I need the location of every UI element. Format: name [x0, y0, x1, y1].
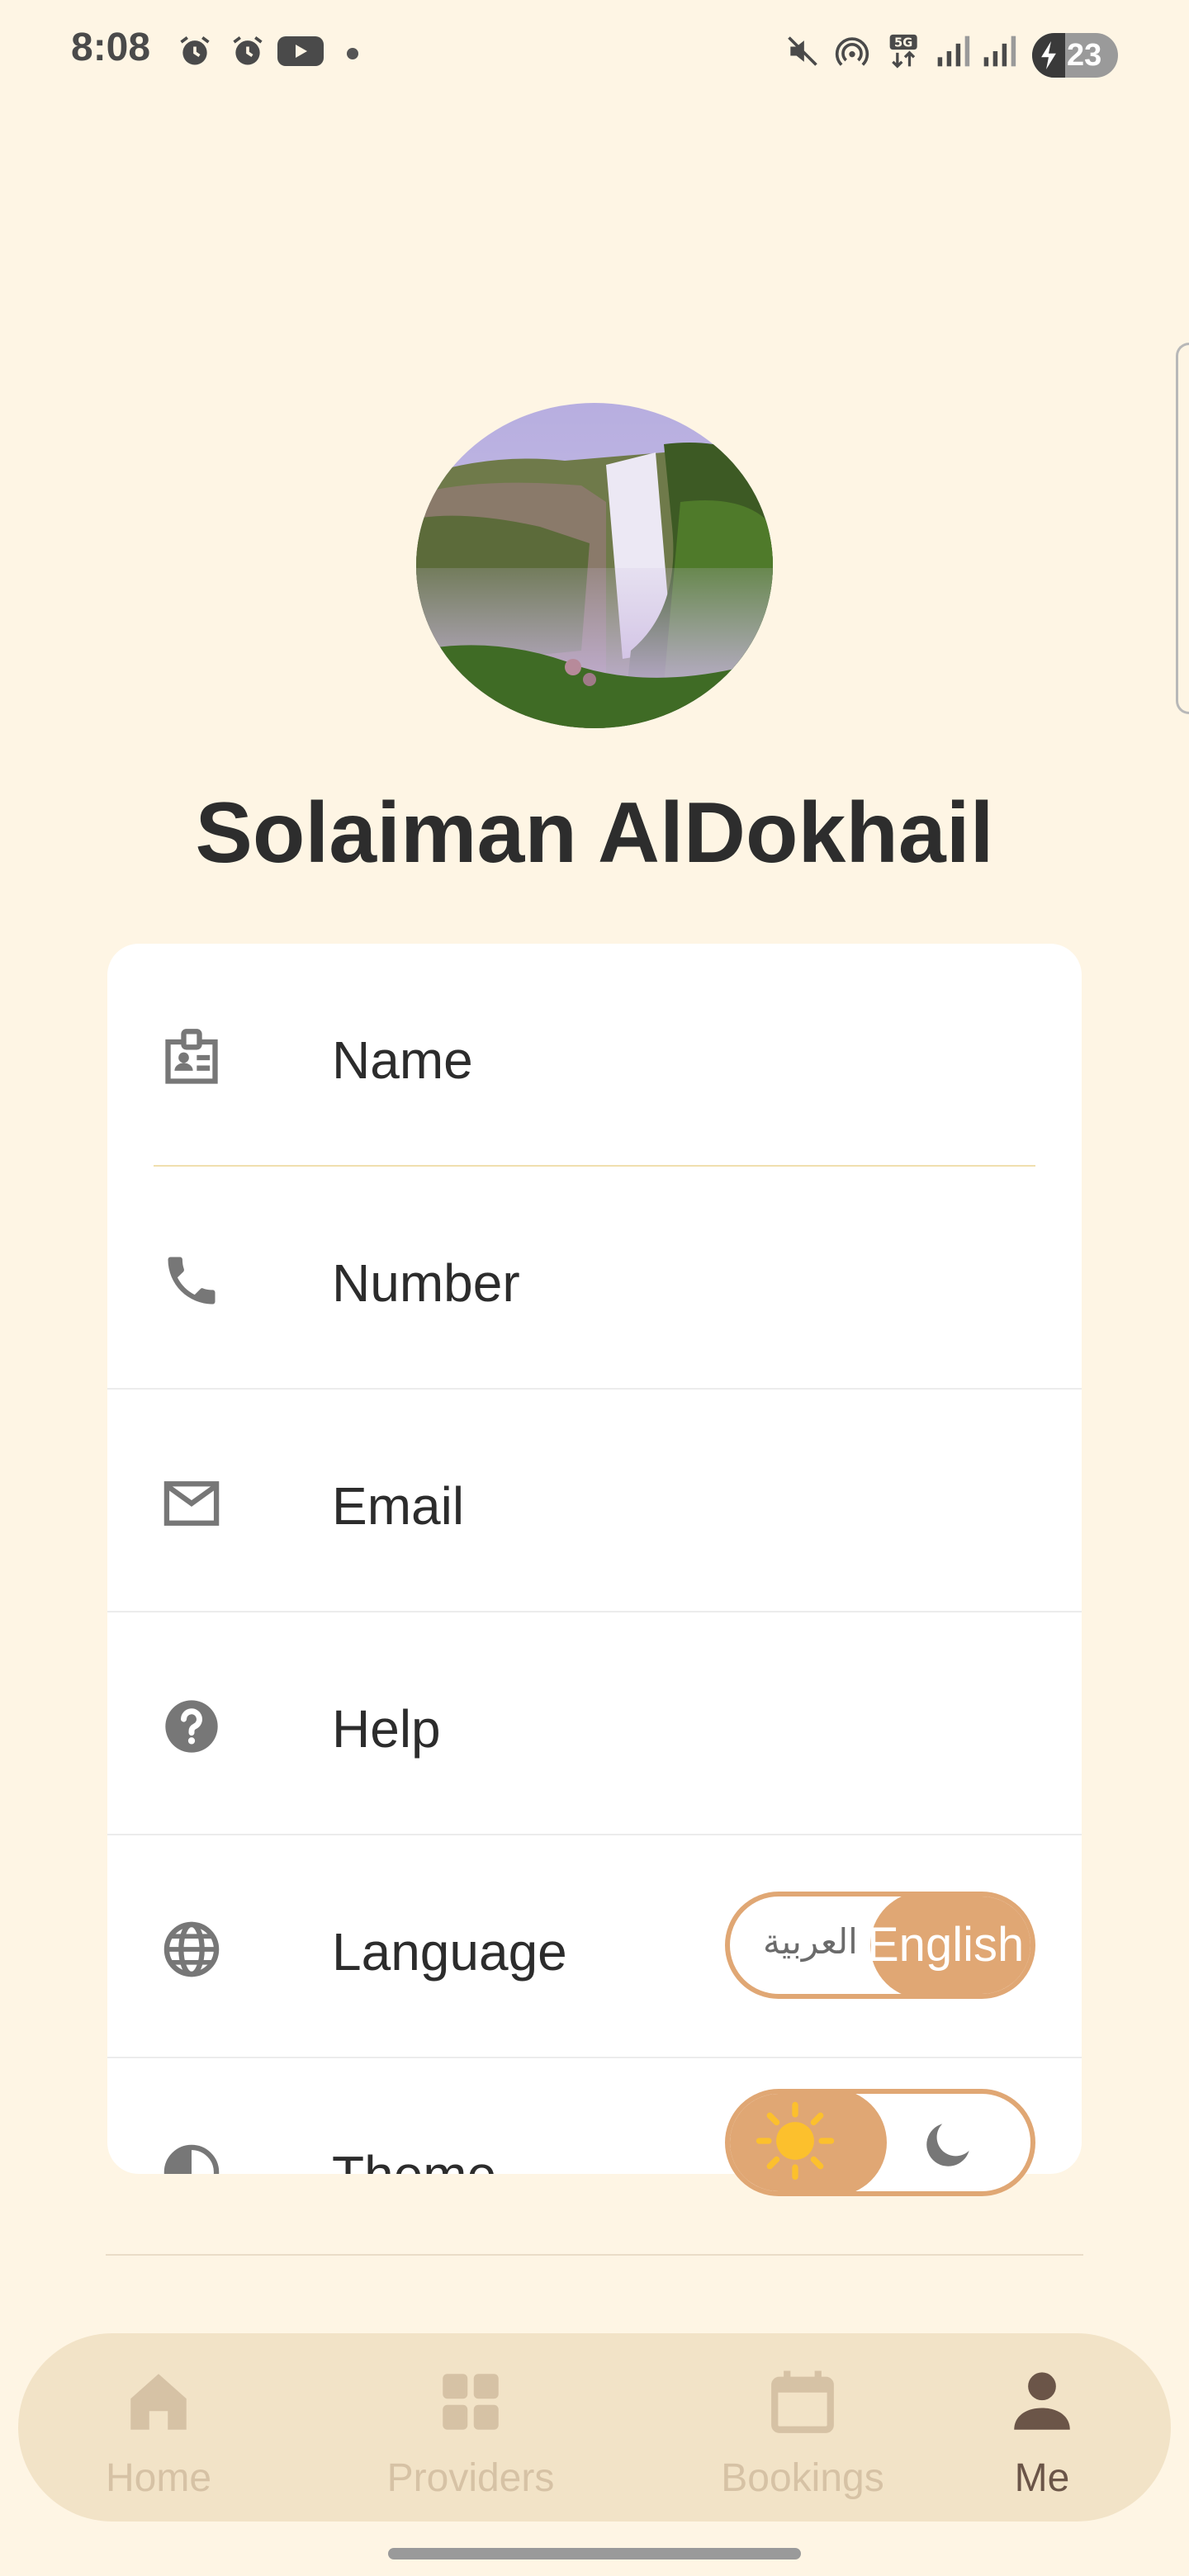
language-toggle[interactable]: العربية English	[725, 1892, 1035, 1999]
nav-label: Bookings	[721, 2456, 884, 2500]
language-option-arabic[interactable]: العربية	[763, 1921, 858, 1962]
nav-label: Home	[105, 2456, 212, 2500]
menu-item-label: Theme	[332, 2144, 496, 2174]
nav-label: Providers	[386, 2456, 555, 2500]
nav-item-providers[interactable]: Providers	[347, 2333, 594, 2522]
avatar[interactable]	[416, 403, 773, 728]
hotspot-icon	[835, 37, 869, 66]
alarm-icon	[180, 36, 210, 65]
menu-item-number[interactable]: Number	[107, 1167, 1082, 1390]
help-icon	[165, 1700, 218, 1753]
status-bar: 8:08 5G 23	[0, 0, 1189, 107]
svg-text:5G: 5G	[894, 36, 912, 50]
divider	[106, 2254, 1083, 2256]
profile-name: Solaiman AlDokhail	[195, 785, 994, 881]
avatar-image	[416, 403, 773, 728]
id-badge-icon	[165, 1029, 218, 1084]
nav-item-home[interactable]: Home	[35, 2333, 282, 2522]
dot-icon	[347, 48, 358, 59]
battery-level: 23	[1067, 38, 1102, 73]
language-option-english[interactable]: English	[867, 1896, 1030, 1994]
profile-settings-card: Name Number Email Help Language العربية …	[107, 944, 1082, 2174]
phone-icon	[168, 1257, 216, 1305]
charging-icon	[1032, 33, 1065, 78]
menu-item-label: Help	[332, 1699, 441, 1759]
theme-toggle[interactable]	[725, 2089, 1035, 2196]
nav-item-me[interactable]: Me	[959, 2333, 1125, 2522]
contrast-icon	[163, 2144, 220, 2174]
menu-item-label: Number	[332, 1253, 520, 1313]
sun-icon	[756, 2101, 835, 2181]
signal-icon	[937, 36, 970, 67]
status-time: 8:08	[71, 26, 151, 69]
menu-item-help[interactable]: Help	[107, 1612, 1082, 1835]
menu-item-email[interactable]: Email	[107, 1390, 1082, 1612]
menu-item-name[interactable]: Name	[107, 944, 1082, 1167]
signal-icon	[983, 36, 1016, 67]
mute-icon	[788, 36, 817, 66]
moon-icon[interactable]	[918, 2114, 979, 2175]
mail-icon	[163, 1481, 220, 1526]
menu-item-label: Name	[332, 1030, 473, 1090]
globe-icon	[163, 1921, 220, 1977]
menu-item-language: Language العربية English	[107, 1835, 1082, 2058]
edge-panel-handle[interactable]	[1176, 343, 1189, 714]
menu-item-label: Email	[332, 1476, 465, 1536]
grid-icon	[443, 2374, 499, 2430]
calendar-icon	[771, 2370, 834, 2433]
alarm-icon	[233, 36, 263, 65]
nav-label: Me	[1014, 2456, 1070, 2500]
5g-icon: 5G	[889, 34, 917, 69]
theme-option-light[interactable]	[730, 2094, 887, 2191]
nav-item-bookings[interactable]: Bookings	[679, 2333, 926, 2522]
bottom-navigation: Home Providers Bookings Me	[18, 2333, 1171, 2522]
language-option-english-label: English	[867, 1918, 1025, 1972]
menu-item-label: Language	[332, 1922, 567, 1982]
home-indicator[interactable]	[388, 2548, 801, 2559]
person-icon	[1014, 2372, 1070, 2430]
battery-indicator: 23	[1032, 33, 1118, 78]
youtube-icon	[277, 36, 324, 66]
home-icon	[130, 2374, 187, 2430]
